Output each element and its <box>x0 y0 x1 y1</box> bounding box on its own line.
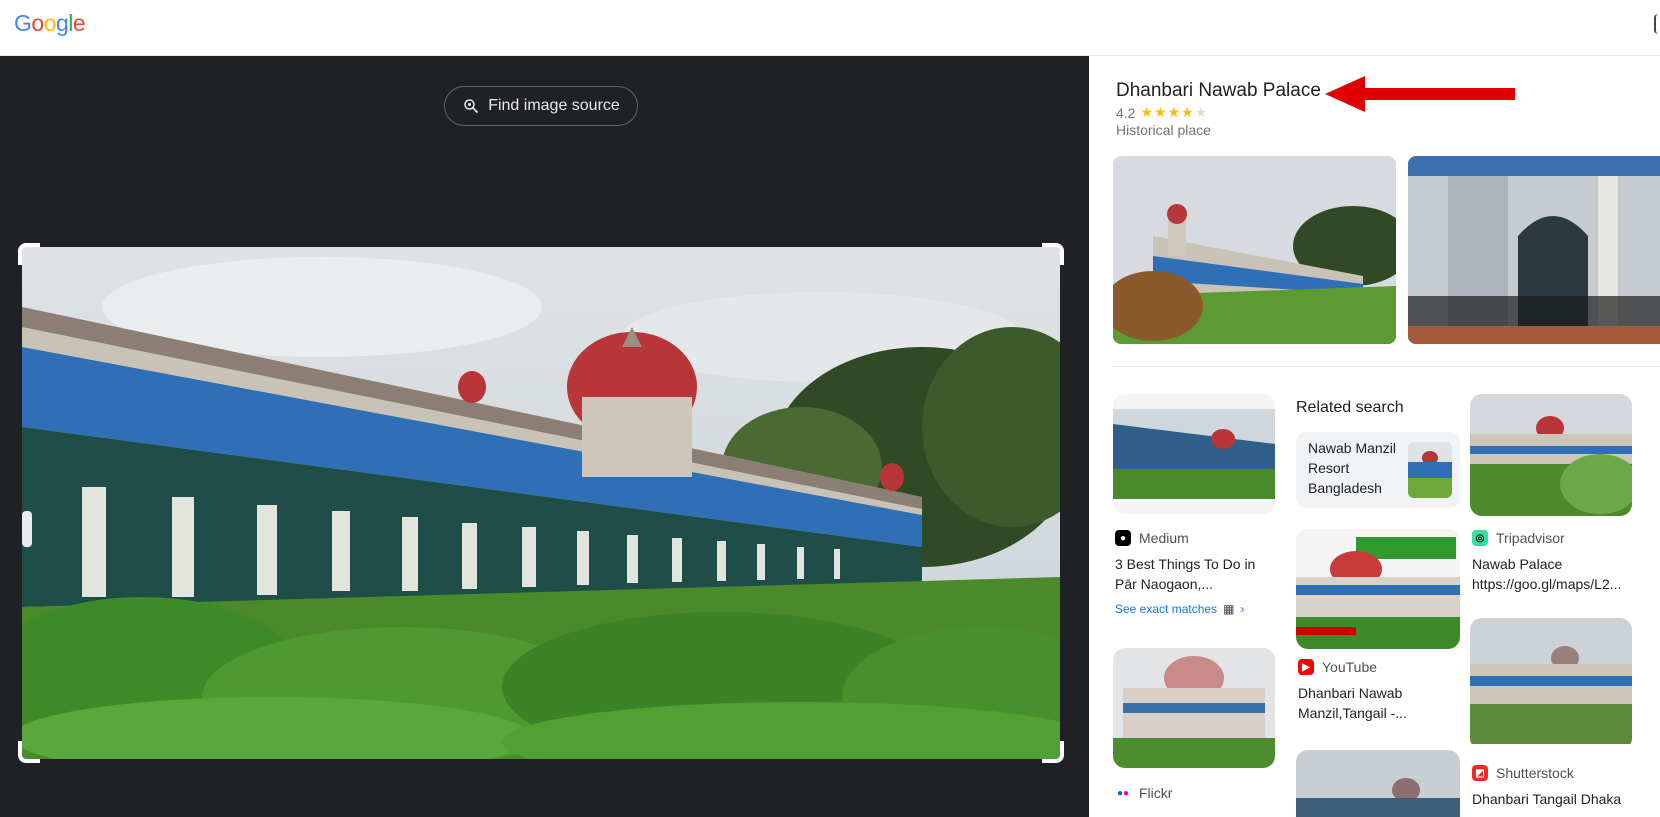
related-search-heading: Related search <box>1296 399 1404 416</box>
result-image-flickr[interactable] <box>1113 648 1275 768</box>
logo-letter-o1: o <box>31 10 44 36</box>
result-source-tripadvisor[interactable]: ◎ Tripadvisor <box>1472 530 1565 546</box>
result-title-youtube[interactable]: Dhanbari Nawab Manzil,Tangail -... <box>1298 683 1463 723</box>
red-arrow-annotation-icon <box>1325 76 1515 112</box>
place-photo-1[interactable] <box>1113 156 1396 344</box>
flickr-icon: ● ● <box>1116 787 1130 799</box>
image-viewer: Find image source <box>0 56 1089 817</box>
result-image-shutterstock[interactable] <box>1470 618 1632 750</box>
logo-letter-o2: o <box>43 10 57 36</box>
medium-icon: ● <box>1115 530 1131 546</box>
place-photo-2[interactable] <box>1408 156 1660 344</box>
query-image-palace <box>22 247 1060 759</box>
result-image-youtube[interactable] <box>1296 529 1460 649</box>
lens-search-icon <box>464 99 479 113</box>
related-search-query: Nawab Manzil Resort Bangladesh <box>1308 440 1396 496</box>
crop-corner-top-right[interactable] <box>1042 243 1064 265</box>
see-exact-matches-label: See exact matches <box>1115 602 1218 616</box>
see-exact-matches-link[interactable]: See exact matches ▦ › <box>1115 602 1244 616</box>
result-source-medium[interactable]: ● Medium <box>1115 530 1189 546</box>
crop-left-handle[interactable] <box>22 511 32 547</box>
result-source-label: Tripadvisor <box>1496 530 1565 546</box>
result-title-tripadvisor[interactable]: Nawab Palace https://goo.gl/maps/L2... <box>1472 554 1637 594</box>
result-source-youtube[interactable]: ▶ YouTube <box>1298 659 1377 675</box>
result-source-label: Medium <box>1139 530 1189 546</box>
result-image-4[interactable] <box>1296 750 1460 817</box>
place-rating: 4.2 ★★★★★ <box>1116 104 1208 121</box>
result-source-label: Flickr <box>1139 785 1173 801</box>
result-source-label: YouTube <box>1322 659 1378 675</box>
crop-corner-bottom-left[interactable] <box>18 741 40 763</box>
find-image-source-label: Find image source <box>488 97 620 114</box>
related-search-chip[interactable]: Nawab Manzil Resort Bangladesh <box>1296 432 1460 508</box>
account-menu-edge-icon[interactable] <box>1654 14 1660 34</box>
result-title-shutterstock[interactable]: Dhanbari Tangail Dhaka <box>1472 789 1637 809</box>
section-divider <box>1113 366 1660 367</box>
find-image-source-button[interactable]: Find image source <box>444 86 638 126</box>
result-image-tripadvisor[interactable] <box>1470 394 1632 516</box>
result-image-medium[interactable] <box>1113 394 1275 514</box>
place-type: Historical place <box>1116 122 1211 138</box>
place-title[interactable]: Dhanbari Nawab Palace <box>1116 80 1321 102</box>
crop-corner-bottom-right[interactable] <box>1042 741 1064 763</box>
rating-stars-icon: ★★★★★ <box>1140 104 1209 120</box>
logo-letter-g2: g <box>55 10 69 36</box>
result-source-label: Shutterstock <box>1496 765 1574 781</box>
results-panel: Dhanbari Nawab Palace 4.2 ★★★★★ Historic… <box>1089 56 1660 817</box>
image-stack-icon: ▦ <box>1223 602 1235 616</box>
result-source-flickr[interactable]: ● ● Flickr <box>1115 785 1172 801</box>
crop-corner-top-left[interactable] <box>18 243 40 265</box>
related-search-thumbnail <box>1408 442 1452 498</box>
top-bar: Google <box>0 0 1660 56</box>
youtube-icon: ▶ <box>1298 659 1314 675</box>
shutterstock-icon: ◩ <box>1472 765 1488 781</box>
logo-letter-e: e <box>72 10 86 36</box>
crop-selection[interactable] <box>18 243 1064 763</box>
chevron-right-icon: › <box>1240 602 1245 616</box>
tripadvisor-icon: ◎ <box>1472 530 1488 546</box>
rating-value: 4.2 <box>1116 104 1136 121</box>
google-logo[interactable]: Google <box>14 10 86 37</box>
result-source-shutterstock[interactable]: ◩ Shutterstock <box>1472 765 1574 781</box>
logo-letter-g: G <box>14 10 32 36</box>
result-title-medium[interactable]: 3 Best Things To Do in Pār Naogaon,... <box>1115 554 1280 594</box>
